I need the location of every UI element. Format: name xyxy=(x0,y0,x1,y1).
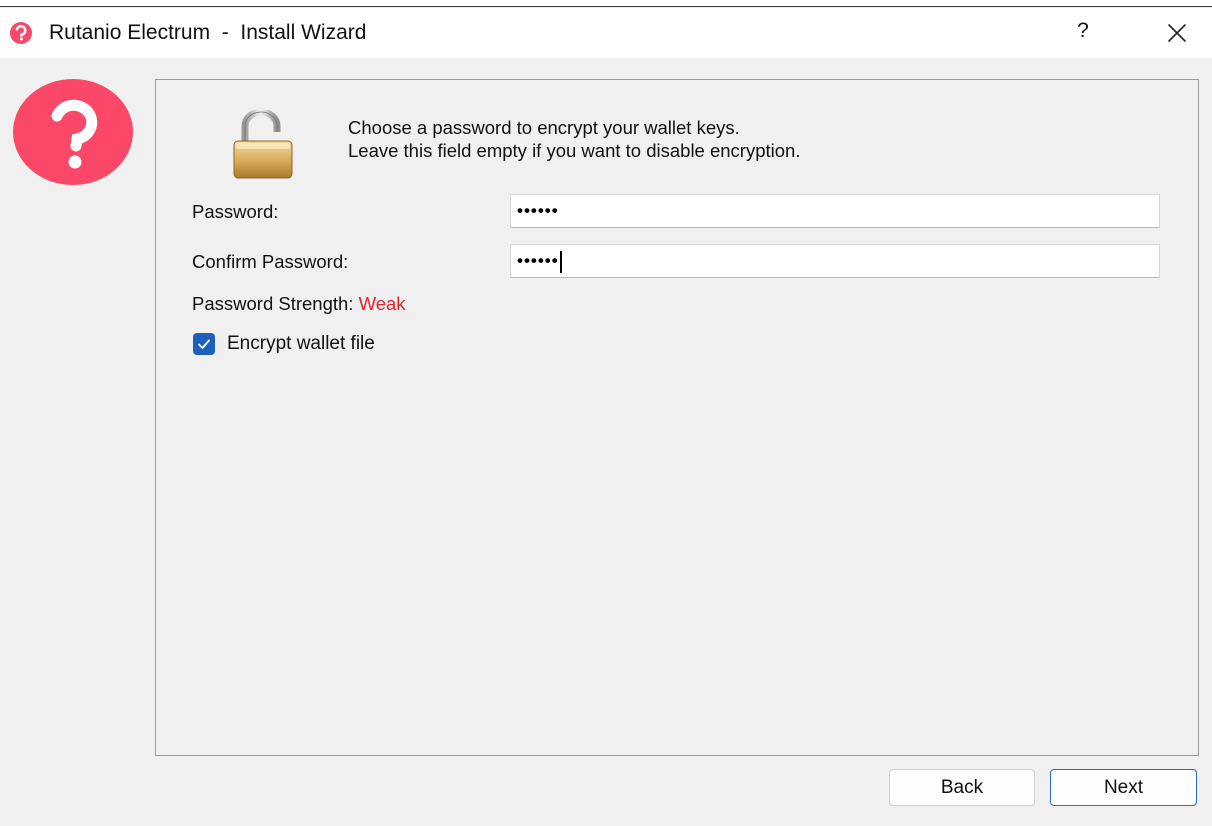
wizard-content-panel: Choose a password to encrypt your wallet… xyxy=(155,79,1199,756)
password-input-value: •••••• xyxy=(517,201,559,220)
encrypt-wallet-checkbox[interactable] xyxy=(193,333,215,355)
confirm-password-input-value: •••••• xyxy=(517,251,559,270)
help-button[interactable]: ? xyxy=(1068,16,1098,46)
close-icon xyxy=(1168,24,1186,42)
install-wizard-window: Rutanio Electrum - Install Wizard ? Choo… xyxy=(0,0,1212,826)
app-logo-icon xyxy=(10,22,32,44)
window-title: Rutanio Electrum - Install Wizard xyxy=(49,21,367,44)
confirm-password-input[interactable]: •••••• xyxy=(510,244,1160,278)
encrypt-wallet-label[interactable]: Encrypt wallet file xyxy=(227,333,375,355)
password-input[interactable]: •••••• xyxy=(510,194,1160,228)
instruction-line-2: Leave this field empty if you want to di… xyxy=(348,140,801,161)
title-bar: Rutanio Electrum - Install Wizard ? xyxy=(0,8,1212,58)
window-top-edge xyxy=(0,0,1212,7)
close-button[interactable] xyxy=(1160,16,1194,50)
instruction-line-1: Choose a password to encrypt your wallet… xyxy=(348,117,740,138)
back-button[interactable]: Back xyxy=(889,769,1035,806)
password-strength-value: Weak xyxy=(358,293,406,314)
unlocked-padlock-icon xyxy=(233,110,293,179)
instruction-message: Choose a password to encrypt your wallet… xyxy=(348,116,800,162)
checkmark-icon xyxy=(198,339,210,349)
next-button[interactable]: Next xyxy=(1050,769,1197,806)
password-label: Password: xyxy=(192,201,279,222)
password-strength: Password Strength: Weak xyxy=(192,293,406,315)
rutanio-logo xyxy=(13,79,133,185)
confirm-password-label: Confirm Password: xyxy=(192,251,349,272)
text-caret xyxy=(559,250,562,273)
password-strength-label: Password Strength: xyxy=(192,293,354,314)
